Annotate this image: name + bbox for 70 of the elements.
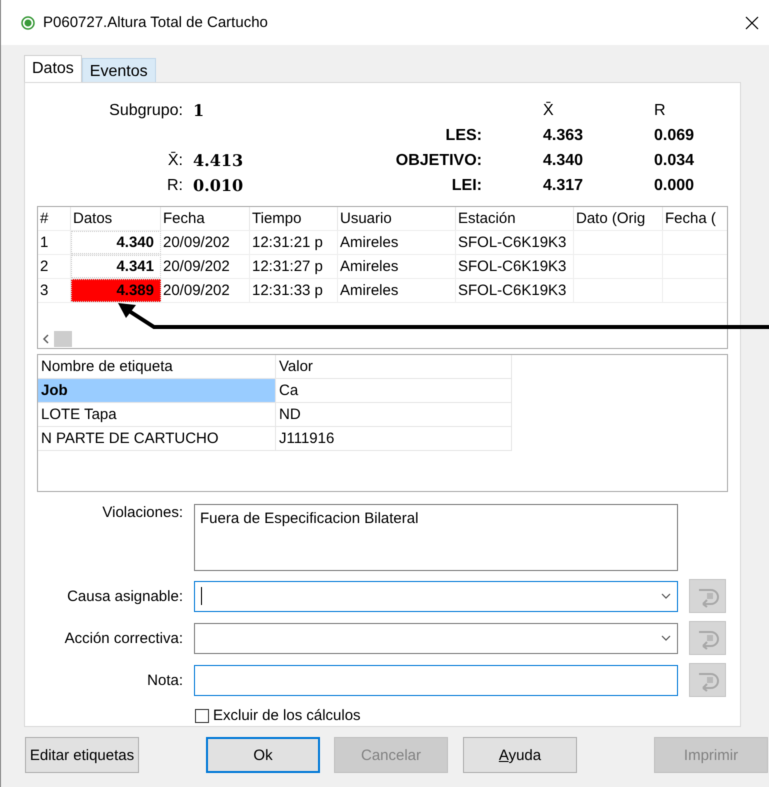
dialog-button[interactable]: Editar etiquetas	[25, 737, 139, 773]
violations-field[interactable]: Fuera de Especificacion Bilateral	[194, 504, 678, 571]
window-title: P060727.Altura Total de Cartucho	[43, 14, 269, 31]
column-header[interactable]: #	[38, 207, 71, 230]
column-header[interactable]: Dato (Orig	[574, 207, 663, 230]
column-header[interactable]: Tiempo	[250, 207, 338, 230]
violations-label: Violaciones:	[102, 504, 183, 521]
field-label: Causa asignable:	[67, 588, 183, 604]
field-label: Nota:	[147, 672, 183, 688]
table-cell: SFOL-C6K19K3	[456, 255, 574, 278]
table-cell: 20/09/202	[161, 231, 250, 254]
column-header[interactable]: Fecha (	[663, 207, 727, 230]
range-label: R:	[167, 176, 184, 194]
tag-value-cell[interactable]: Ca	[276, 379, 512, 403]
tab[interactable]: Eventos	[82, 58, 156, 82]
input-field[interactable]	[194, 664, 678, 696]
table-cell: Amireles	[338, 279, 456, 302]
limit-value: 0.069	[653, 126, 694, 144]
mean-label: X̄:	[168, 152, 184, 170]
data-value-cell[interactable]: 4.389	[71, 279, 161, 302]
scroll-thumb[interactable]	[54, 331, 72, 347]
table-cell: 12:31:33 p	[250, 279, 338, 302]
table-cell: 20/09/202	[161, 279, 250, 302]
checkbox[interactable]	[195, 708, 209, 722]
tag-value-cell[interactable]: J111916	[276, 427, 512, 451]
data-value-cell[interactable]: 4.340	[71, 231, 161, 254]
limit-label: LEI:	[452, 176, 483, 194]
table-cell: 12:31:21 p	[250, 231, 338, 254]
range-value: 0.010	[193, 176, 244, 195]
app-icon	[21, 16, 35, 30]
table-cell: Amireles	[338, 255, 456, 278]
limit-label: LES:	[446, 126, 483, 144]
tag-value-cell[interactable]: ND	[276, 403, 512, 427]
limit-value: 4.340	[542, 152, 584, 170]
combo-box[interactable]	[194, 580, 678, 612]
table-cell: 20/09/202	[161, 255, 250, 278]
subgroup-label: Subgrupo:	[109, 102, 184, 120]
table-cell: Amireles	[338, 231, 456, 254]
dialog-button[interactable]: Ok	[206, 737, 320, 773]
limit-value: 4.317	[542, 176, 584, 194]
column-header[interactable]: Estación	[456, 207, 574, 230]
tag-name-cell[interactable]: N PARTE DE CARTUCHO	[38, 427, 276, 451]
table-cell: SFOL-C6K19K3	[456, 231, 574, 254]
dialog-button[interactable]: Ayuda	[463, 737, 577, 773]
combo-box[interactable]	[194, 622, 678, 654]
column-header[interactable]: Fecha	[161, 207, 250, 230]
column-header[interactable]: Usuario	[338, 207, 456, 230]
checkbox-label: Excluir de los cálculos	[213, 707, 361, 724]
limit-label: OBJETIVO:	[396, 152, 483, 170]
column-header[interactable]: Datos	[71, 207, 161, 230]
table-cell: SFOL-C6K19K3	[456, 279, 574, 302]
column-header: R	[653, 102, 666, 120]
mean-value: 4.413	[193, 151, 244, 170]
column-header: Valor	[276, 355, 512, 379]
tag-name-cell[interactable]: LOTE Tapa	[38, 403, 276, 427]
tag-name-cell[interactable]: Job	[38, 379, 276, 403]
chevron-down-icon[interactable]	[661, 593, 671, 599]
chevron-down-icon[interactable]	[661, 635, 671, 641]
tab[interactable]: Datos	[24, 55, 82, 82]
scroll-left-icon[interactable]	[42, 334, 50, 344]
column-header: X̄	[542, 102, 554, 120]
close-icon[interactable]	[745, 16, 759, 30]
subgroup-value: 1	[193, 101, 206, 120]
table-cell: 12:31:27 p	[250, 255, 338, 278]
limit-value: 0.000	[653, 176, 694, 194]
column-header: Nombre de etiqueta	[38, 355, 276, 379]
limit-value: 0.034	[653, 152, 694, 170]
limit-value: 4.363	[542, 126, 584, 144]
data-value-cell[interactable]: 4.341	[71, 255, 161, 278]
field-label: Acción correctiva:	[64, 630, 183, 646]
